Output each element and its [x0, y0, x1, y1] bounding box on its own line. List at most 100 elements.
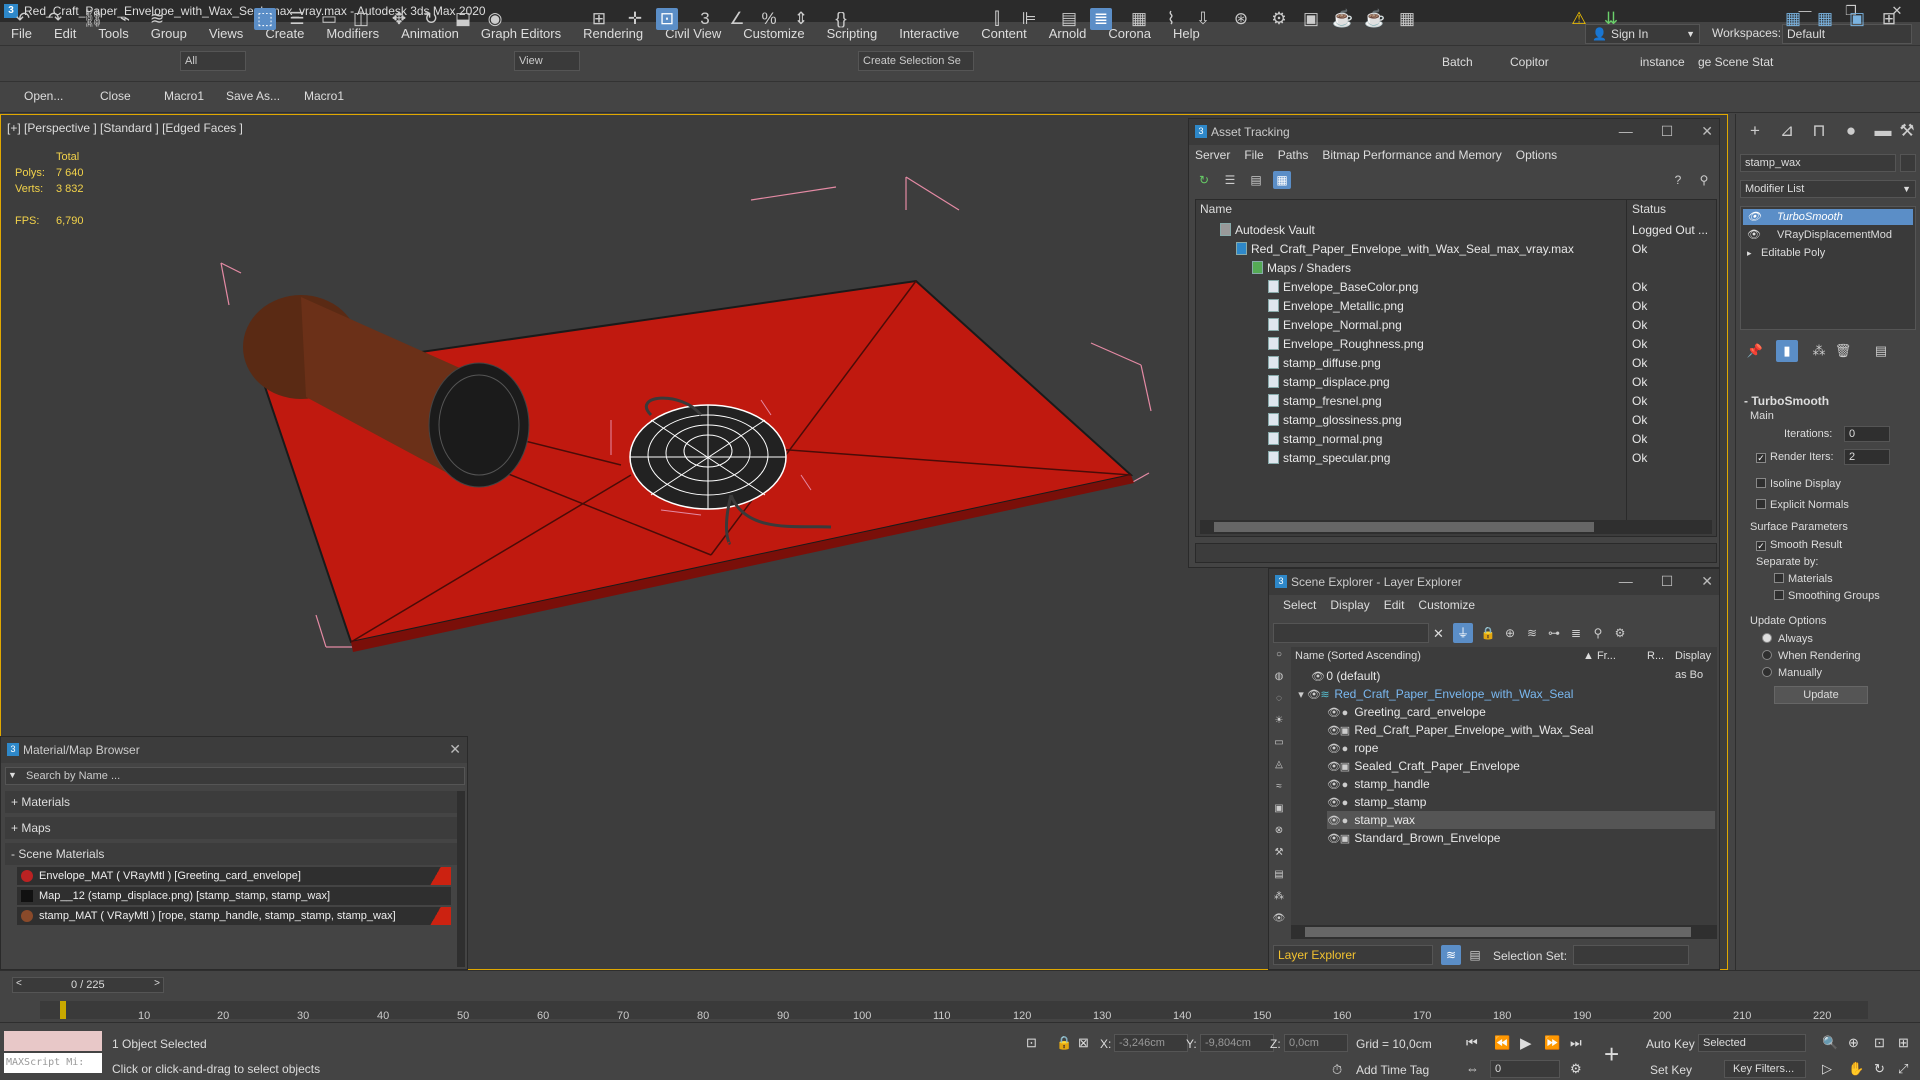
asset-col-name[interactable]: Name — [1200, 200, 1232, 219]
display-cameras-icon[interactable]: ▭ — [1271, 735, 1287, 751]
maximize-viewport-icon[interactable]: ⤢ — [1898, 1061, 1908, 1077]
select-by-name-icon[interactable]: ☰ — [286, 8, 308, 30]
layer-col-display[interactable]: Display as Bo — [1675, 647, 1717, 681]
wax-seal-wireframe[interactable] — [629, 404, 787, 510]
asset-row[interactable]: Maps / Shaders — [1252, 259, 1351, 278]
stack-item-editable-poly[interactable]: ▸ Editable Poly — [1743, 245, 1913, 261]
display-containers-icon[interactable]: ▤ — [1271, 867, 1287, 883]
add-time-tag[interactable]: Add Time Tag — [1356, 1063, 1429, 1077]
separate-materials-checkbox[interactable] — [1774, 573, 1784, 583]
render-iters-spinner[interactable]: 2 — [1844, 449, 1890, 465]
macro1-button[interactable]: Macro1 — [164, 89, 204, 103]
align-icon[interactable]: ⊫ — [1018, 8, 1040, 30]
eye-icon[interactable]: 👁 — [1747, 227, 1761, 243]
eye-icon[interactable]: 👁 — [1327, 812, 1341, 830]
unlink-icon[interactable]: ⌁ — [114, 8, 136, 30]
warning-icon[interactable]: ⚠ — [1568, 8, 1590, 30]
at-menu-server[interactable]: Server — [1195, 148, 1230, 162]
go-to-start-icon[interactable]: ⏮ — [1466, 1035, 1478, 1051]
layer-col-render[interactable]: R... — [1647, 647, 1664, 666]
separate-smoothing-row[interactable]: Smoothing Groups — [1774, 590, 1880, 602]
set-key-button[interactable]: Set Key — [1650, 1063, 1692, 1077]
se-menu-edit[interactable]: Edit — [1384, 598, 1405, 612]
scene-search-field[interactable] — [1273, 623, 1429, 643]
close-icon[interactable]: ✕ — [449, 741, 461, 758]
macro1-second-button[interactable]: Macro1 — [304, 89, 344, 103]
redo-icon[interactable]: ↷ — [44, 8, 66, 30]
when-rendering-radio[interactable] — [1762, 650, 1772, 660]
display-groups-icon[interactable]: ▣ — [1271, 801, 1287, 817]
smooth-result-checkbox[interactable]: ✓ — [1756, 541, 1766, 551]
eye-icon[interactable]: 👁 — [1327, 758, 1341, 776]
scene-materials-category[interactable]: - Scene Materials — [5, 843, 459, 865]
pivot-point-icon[interactable]: ⊞ — [588, 8, 610, 30]
render-setup-icon[interactable]: ⚙ — [1268, 8, 1290, 30]
place-icon[interactable]: ◉ — [484, 8, 506, 30]
create-tab-icon[interactable]: + — [1744, 120, 1766, 142]
time-config-icon[interactable]: ⚙ — [1570, 1061, 1582, 1077]
toggle-ribbon-icon[interactable]: ▦ — [1128, 8, 1150, 30]
isoline-display-row[interactable]: Isoline Display — [1756, 478, 1841, 490]
object-row[interactable]: 👁▣ Red_Craft_Paper_Envelope_with_Wax_Sea… — [1327, 721, 1593, 739]
explicit-normals-checkbox[interactable] — [1756, 499, 1766, 509]
time-slider[interactable]: < 0 / 225 > — [12, 977, 164, 993]
move-icon[interactable]: ✥ — [388, 8, 410, 30]
explorer-options-icon[interactable]: ▤ — [1465, 945, 1485, 965]
turbosmooth-rollout-title[interactable]: - TurboSmooth — [1744, 394, 1829, 408]
display-none-icon[interactable]: ○ — [1271, 647, 1287, 663]
bind-space-warp-icon[interactable]: ≋ — [146, 8, 168, 30]
manipulate-icon[interactable]: ✛ — [624, 8, 646, 30]
scene-render[interactable] — [1, 115, 1201, 675]
object-name-field[interactable]: stamp_wax — [1740, 154, 1896, 172]
display-lights-icon[interactable]: ☀ — [1271, 713, 1287, 729]
close-file-button[interactable]: Close — [100, 89, 131, 103]
layer-row[interactable]: ▾ 👁≋ Red_Craft_Paper_Envelope_with_Wax_Se… — [1295, 685, 1715, 703]
display-bones-icon[interactable]: ⚒ — [1271, 845, 1287, 861]
grid-layout-icon[interactable]: ▦ — [1814, 8, 1836, 30]
asset-row[interactable]: stamp_fresnel.png — [1268, 392, 1382, 411]
scrollbar-thumb[interactable] — [1305, 927, 1691, 937]
pin-icon[interactable]: ⚲ — [1695, 171, 1713, 189]
display-all-icon[interactable]: 👁 — [1271, 911, 1287, 927]
eye-icon[interactable]: 👁 — [1327, 740, 1341, 758]
display-xrefs-icon[interactable]: ⊗ — [1271, 823, 1287, 839]
play-icon[interactable]: ▶ — [1520, 1034, 1532, 1052]
help-icon[interactable]: ? — [1669, 171, 1687, 189]
add-panel-icon[interactable]: ⊞ — [1878, 8, 1900, 30]
layer-col-name[interactable]: Name (Sorted Ascending) — [1295, 647, 1421, 666]
reference-coordinate-dropdown[interactable]: View — [514, 51, 580, 71]
separate-materials-row[interactable]: Materials — [1774, 573, 1833, 585]
object-row[interactable]: 👁▣ Sealed_Craft_Paper_Envelope — [1327, 757, 1520, 775]
next-key-icon[interactable]: ⏩ — [1544, 1035, 1560, 1051]
toggle-scene-explorer-icon[interactable]: ▤ — [1058, 8, 1080, 30]
hierarchy-icon[interactable]: ⊶ — [1545, 623, 1563, 643]
object-row[interactable]: 👁▣ Standard_Brown_Envelope — [1327, 829, 1500, 847]
object-row[interactable]: 👁● Greeting_card_envelope — [1327, 703, 1486, 721]
object-row-selected[interactable]: 👁● stamp_wax — [1327, 811, 1715, 829]
current-frame-field[interactable]: 0 — [1490, 1060, 1560, 1078]
update-when-rendering-row[interactable]: When Rendering — [1762, 650, 1861, 662]
rotate-icon[interactable]: ↻ — [420, 8, 442, 30]
at-menu-bitmap[interactable]: Bitmap Performance and Memory — [1322, 148, 1501, 162]
current-frame-marker[interactable] — [60, 1001, 66, 1019]
field-of-view-icon[interactable]: ▷ — [1822, 1061, 1832, 1077]
at-menu-file[interactable]: File — [1244, 148, 1263, 162]
copitor-button[interactable]: Copitor — [1510, 55, 1549, 69]
previous-key-icon[interactable]: ⏪ — [1494, 1035, 1510, 1051]
orbit-icon[interactable]: ↻ — [1874, 1061, 1885, 1077]
layer-horizontal-scrollbar[interactable] — [1291, 925, 1717, 939]
zoom-extents-icon[interactable]: ⊡ — [1874, 1035, 1885, 1051]
zoom-all-icon[interactable]: ⊕ — [1848, 1035, 1859, 1051]
asset-row[interactable]: Envelope_Normal.png — [1268, 316, 1402, 335]
instance-button[interactable]: instance — [1640, 55, 1685, 69]
panel-layout-icon[interactable]: ▣ — [1846, 8, 1868, 30]
key-filters-button[interactable]: Key Filters... — [1724, 1060, 1806, 1078]
layer-col-freeze[interactable]: ▲ Fr... — [1583, 647, 1616, 666]
modifier-list-dropdown[interactable]: Modifier List ▼ — [1740, 180, 1916, 198]
time-tag-icon[interactable]: ⏱ — [1332, 1062, 1342, 1078]
maps-category[interactable]: + Maps — [5, 817, 459, 839]
always-radio[interactable] — [1762, 633, 1772, 643]
rendered-frame-window-icon[interactable]: ▣ — [1300, 8, 1322, 30]
create-selection-set-dropdown[interactable]: Create Selection Se — [858, 51, 974, 71]
selection-set-dropdown[interactable] — [1573, 945, 1689, 965]
